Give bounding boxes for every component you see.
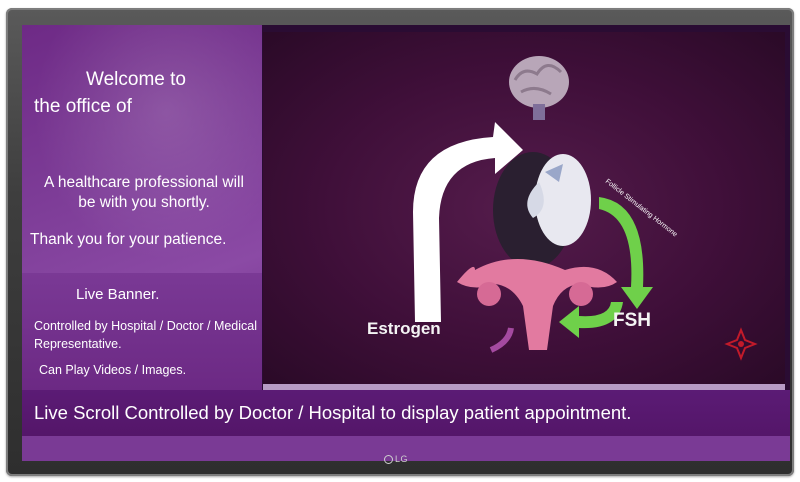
welcome-message: A healthcare professional will be with y… bbox=[44, 174, 244, 211]
hormone-diagram: Follicle Stimulating Hormone Estrogen FS… bbox=[367, 56, 758, 361]
live-banner-title: Live Banner. bbox=[76, 286, 160, 303]
fsh-label: FSH bbox=[613, 310, 651, 331]
thank-you-text: Thank you for your patience. bbox=[30, 231, 227, 248]
video-player[interactable]: Follicle Stimulating Hormone Estrogen FS… bbox=[263, 32, 785, 384]
tv-brand-text: LG bbox=[395, 454, 409, 464]
brain-icon bbox=[509, 56, 569, 120]
live-banner-controlled: Controlled by Hospital / Doctor / Medica… bbox=[34, 319, 258, 351]
pituitary-icon bbox=[493, 152, 591, 268]
welcome-line-1: Welcome to bbox=[86, 69, 186, 90]
live-scroll-text: Live Scroll Controlled by Doctor / Hospi… bbox=[34, 402, 632, 423]
uterus-icon bbox=[457, 259, 617, 353]
display-screen: Welcome to the office of A healthcare pr… bbox=[22, 25, 790, 461]
welcome-line-2: the office of bbox=[34, 96, 132, 117]
estrogen-label: Estrogen bbox=[367, 319, 441, 338]
emblem-icon bbox=[724, 327, 758, 361]
logo-icon bbox=[384, 455, 393, 465]
live-banner-media: Can Play Videos / Images. bbox=[39, 363, 187, 377]
tv-brand-logo: LG bbox=[384, 454, 409, 465]
